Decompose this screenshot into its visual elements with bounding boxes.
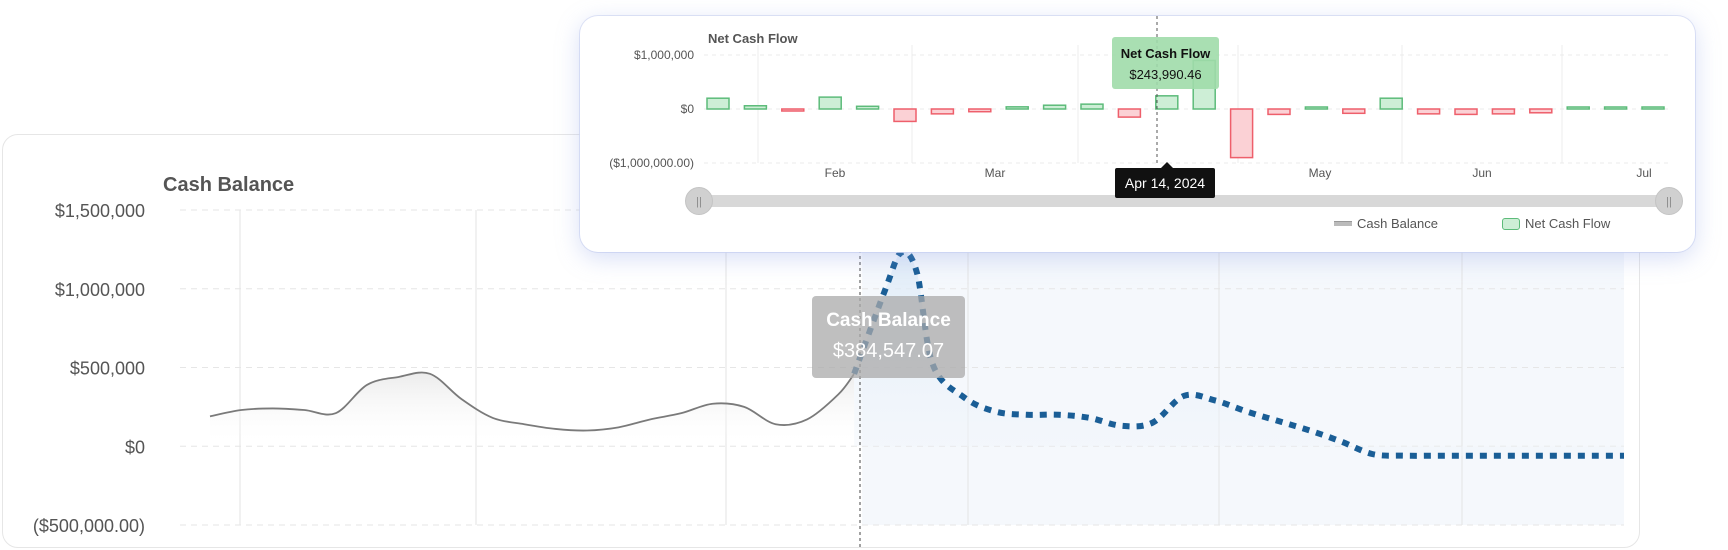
legend-label-cash-balance: Cash Balance: [1357, 216, 1438, 231]
nc-bar: [1117, 108, 1142, 118]
range-slider-end-handle[interactable]: ||: [1655, 187, 1683, 215]
nc-bar: [1342, 108, 1366, 115]
nc-bar: [1379, 97, 1403, 110]
nc-bar: [1491, 108, 1516, 115]
nc-bar: [855, 105, 880, 110]
net-cash-flow-tooltip-value: $243,990.46: [1129, 67, 1202, 82]
nc-bar: [1603, 106, 1628, 110]
nc-bar: [818, 96, 842, 110]
nc-bar: [893, 108, 917, 123]
nc-bar: [1304, 106, 1329, 110]
line-swatch-icon: [1334, 221, 1352, 226]
nc-bar: [1080, 103, 1104, 110]
nc-y-tick-label: ($1,000,000.00): [609, 156, 694, 170]
nc-bar: [1641, 106, 1665, 110]
nc-x-tick-label: Jul: [1636, 166, 1651, 180]
net-cash-flow-chart[interactable]: $1,000,000 $0 ($1,000,000.00) Feb Mar May Jun J…: [0, 0, 1728, 550]
nc-bar: [1155, 95, 1179, 110]
nc-bar: [1005, 106, 1029, 110]
nc-bar: [706, 97, 730, 110]
box-swatch-icon: [1502, 217, 1520, 230]
nc-bar: [1267, 108, 1291, 116]
stage: Cash Balance $1,500,000 $1,000,000 $500,00…: [0, 0, 1728, 550]
legend-item-net-cash-flow[interactable]: Net Cash Flow: [1502, 216, 1610, 231]
date-tooltip: Apr 14, 2024: [1115, 168, 1215, 198]
nc-bar: [1042, 104, 1067, 110]
nc-bar: [1229, 108, 1254, 159]
legend-label-net-cash-flow: Net Cash Flow: [1525, 216, 1611, 231]
nc-x-tick-label: Jun: [1472, 166, 1491, 180]
nc-bar: [930, 108, 955, 115]
nc-bar: [743, 105, 768, 110]
nc-x-tick-label: Feb: [825, 166, 846, 180]
net-cash-flow-tooltip-title: Net Cash Flow: [1120, 46, 1211, 61]
nc-y-tick-label: $0: [681, 102, 695, 116]
nc-x-tick-label: Mar: [985, 166, 1006, 180]
nc-x-tick-label: May: [1309, 166, 1332, 180]
nc-bar: [1566, 106, 1590, 110]
nc-y-tick-label: $1,000,000: [634, 48, 694, 62]
nc-bar: [968, 108, 992, 113]
nc-bar: [1529, 108, 1553, 114]
nc-bar: [1416, 108, 1441, 115]
legend-item-cash-balance[interactable]: Cash Balance: [1334, 216, 1438, 231]
net-cash-flow-tooltip: Net Cash Flow $243,990.46: [1112, 37, 1219, 89]
nc-bar: [1454, 108, 1478, 116]
range-slider-start-handle[interactable]: ||: [685, 187, 713, 215]
nc-bar: [781, 108, 805, 112]
